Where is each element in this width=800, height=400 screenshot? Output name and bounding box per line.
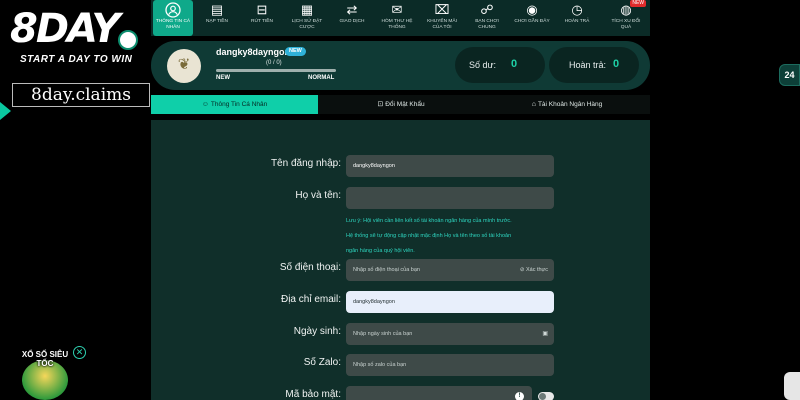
- fullname-note-line-1: Lưu ý: Hội viên cần liên kết số tài khoả…: [346, 218, 512, 224]
- next-level-label: NORMAL: [308, 75, 335, 81]
- account-top-nav: Thông tin cá nhân ▤ Nạp tiền ⊟ Rút tiền …: [151, 0, 650, 36]
- promo-close-icon[interactable]: ✕: [73, 346, 86, 359]
- birthday-field[interactable]: Nhập ngày sinh của bạn ▣: [346, 323, 554, 345]
- nav-label: Nạp tiền: [206, 19, 228, 24]
- phone-verify-button[interactable]: ⊘ Xác thực: [520, 259, 548, 281]
- phone-field[interactable]: Nhập số điện thoại của bạn ⊘ Xác thực: [346, 259, 554, 281]
- phone-label: Số điện thoại:: [279, 262, 341, 273]
- birthday-label: Ngày sinh:: [293, 326, 341, 337]
- zalo-field[interactable]: Nhập số zalo của bạn: [346, 354, 554, 376]
- rebate-value: 0: [613, 58, 620, 70]
- balance-card: Số dư: 0: [455, 47, 545, 83]
- nav-label: Hoàn trả: [564, 19, 590, 24]
- nav-item-personal-info[interactable]: Thông tin cá nhân: [153, 0, 193, 36]
- nav-item-mailbox[interactable]: ✉ Hòm thư hệ thống: [377, 0, 417, 36]
- tab-label: Đổi Mật Khẩu: [385, 101, 425, 108]
- avatar[interactable]: ❦: [167, 49, 201, 83]
- nav-label: Giao dịch: [339, 19, 365, 24]
- nav-item-friends[interactable]: ☍ Bạn chơi chung: [467, 0, 507, 36]
- timer-icon: ◷: [571, 2, 583, 17]
- gift-icon: ⌧: [434, 2, 450, 17]
- rebate-label: Hoàn trả:: [569, 60, 607, 70]
- nav-label: Rút tiền: [251, 19, 273, 24]
- new-badge: NEW: [630, 0, 646, 7]
- sidebar-toggle-arrow-icon[interactable]: [0, 102, 11, 120]
- nav-label: Lịch sử đặt cược: [291, 19, 323, 30]
- security-code-field[interactable]: !: [346, 386, 532, 400]
- username-label: Tên đăng nhập:: [270, 158, 341, 169]
- email-label: Địa chỉ email:: [280, 294, 341, 305]
- profile-username: dangky8dayngon: [216, 47, 291, 57]
- balance-label: Số dư:: [469, 60, 497, 70]
- vip-progress-bar: [216, 69, 336, 72]
- nav-item-rebate[interactable]: ◷ Hoàn trả: [557, 0, 597, 36]
- watermark: 8day.claims: [12, 83, 150, 107]
- nav-label: Chơi gần đây: [514, 19, 550, 24]
- nav-label: Khuyến mãi của tôi: [427, 19, 457, 30]
- tab-label: Tài Khoản Ngân Hàng: [537, 101, 603, 108]
- fullname-note-line-3: ngân hàng của quý hội viên.: [346, 248, 415, 254]
- history-icon: ▦: [300, 2, 314, 17]
- current-level-label: NEW: [216, 75, 230, 81]
- user-icon: ☺: [201, 101, 209, 108]
- email-field[interactable]: dangky8dayngon: [346, 291, 554, 313]
- friends-icon: ☍: [480, 2, 494, 17]
- lock-icon: ▣: [542, 331, 548, 337]
- nav-item-transactions[interactable]: ⇄ Giao dịch: [332, 0, 372, 36]
- withdraw-icon: ⊟: [256, 2, 268, 17]
- security-code-toggle[interactable]: [538, 392, 554, 400]
- zalo-label: Số Zalo:: [303, 357, 341, 368]
- nav-item-my-promotions[interactable]: ⌧ Khuyến mãi của tôi: [422, 0, 462, 36]
- nav-item-withdraw[interactable]: ⊟ Rút tiền: [242, 0, 282, 36]
- mail-icon: ✉: [391, 2, 403, 17]
- nav-item-bet-history[interactable]: ▦ Lịch sử đặt cược: [287, 0, 327, 36]
- zalo-placeholder: Nhập số zalo của bạn: [353, 362, 407, 368]
- tab-bank-account[interactable]: ⌂ Tài Khoản Ngân Hàng: [484, 95, 650, 114]
- profile-header: ❦ dangky8dayngon NEW (0 / 0) NEW NORMAL …: [151, 41, 650, 90]
- toggle-knob: [539, 393, 546, 400]
- logo-tagline: START A DAY TO WIN: [20, 54, 133, 65]
- soccer-ball-icon: [118, 30, 138, 50]
- vip-level-badge: NEW: [285, 47, 306, 56]
- site-logo[interactable]: 8DAY: [10, 6, 120, 52]
- nav-label: Hòm thư hệ thống: [381, 19, 413, 30]
- phone-verify-label: Xác thực: [525, 267, 548, 273]
- fullname-note-line-2: Hệ thống sẽ tự động cập nhật mặc định Họ…: [346, 233, 512, 239]
- lock-icon: ⊡: [377, 101, 384, 108]
- nav-item-deposit[interactable]: ▤ Nạp tiền: [197, 0, 237, 36]
- nav-label: Tích xu đổi quà: [611, 19, 641, 30]
- lottery-promo[interactable]: XỔ SỐ SIÊU TỐC: [16, 350, 74, 400]
- nav-item-coin-rewards[interactable]: ◍ Tích xu đổi quà NEW: [606, 0, 646, 36]
- user-icon: [163, 2, 183, 18]
- transfer-icon: ⇄: [346, 2, 358, 17]
- username-field: dangky8dayngon: [346, 155, 554, 177]
- profile-tabs: ☺ Thông Tin Cá Nhân ⊡ Đổi Mật Khẩu ⌂ Tài Kh…: [151, 95, 650, 114]
- info-icon[interactable]: !: [515, 392, 524, 400]
- security-code-label: Mã bảo mật:: [285, 389, 341, 400]
- promo-label: XỔ SỐ SIÊU TỐC: [21, 350, 69, 368]
- right-edge-tab[interactable]: [784, 372, 800, 400]
- bank-icon: ⌂: [531, 101, 536, 108]
- tab-change-password[interactable]: ⊡ Đổi Mật Khẩu: [318, 95, 484, 114]
- balance-value: 0: [511, 58, 518, 70]
- nav-label: Thông tin cá nhân: [155, 19, 191, 30]
- fullname-field[interactable]: [346, 187, 554, 209]
- fullname-label: Họ và tên:: [295, 190, 341, 201]
- tab-label: Thông Tin Cá Nhân: [210, 101, 268, 108]
- nav-label: Bạn chơi chung: [475, 19, 499, 30]
- support-24-7-button[interactable]: 24: [779, 64, 800, 86]
- brand-column: 8DAY START A DAY TO WIN 8day.claims XỔ S…: [0, 0, 150, 400]
- rebate-card: Hoàn trả: 0: [549, 47, 639, 83]
- gamepad-icon: ◉: [526, 2, 538, 17]
- wallet-icon: ▤: [210, 2, 224, 17]
- tier-emblem-icon: ❦: [177, 56, 191, 73]
- personal-info-form: Tên đăng nhập: dangky8dayngon Họ và tên:…: [151, 120, 650, 400]
- phone-placeholder: Nhập số điện thoại của bạn: [353, 267, 420, 273]
- birthday-placeholder: Nhập ngày sinh của bạn: [353, 331, 413, 337]
- nav-item-recent-games[interactable]: ◉ Chơi gần đây: [512, 0, 552, 36]
- tab-personal-info[interactable]: ☺ Thông Tin Cá Nhân: [151, 95, 318, 114]
- vip-progress-text: (0 / 0): [266, 60, 282, 66]
